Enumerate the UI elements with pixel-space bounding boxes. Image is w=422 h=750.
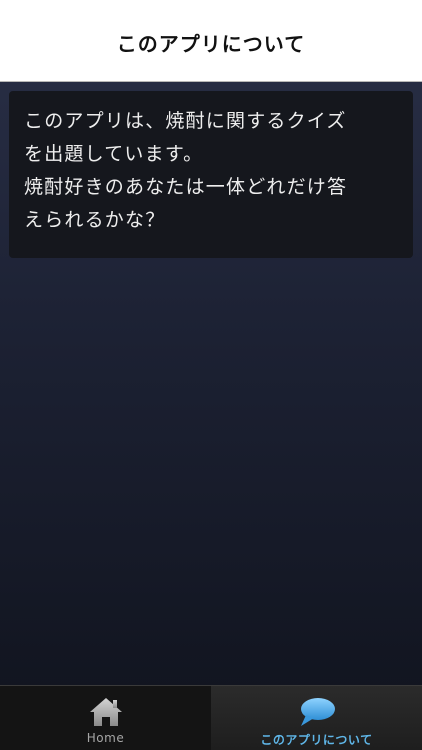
tab-about-label: このアプリについて	[260, 733, 373, 747]
page-title: このアプリについて	[116, 32, 306, 56]
tab-about[interactable]: このアプリについて	[211, 686, 422, 750]
home-icon	[88, 695, 124, 729]
screen: このアプリについて このアプリは、焼酎に関するクイズ を出題しています。 焼酎好…	[0, 0, 422, 750]
about-card: このアプリは、焼酎に関するクイズ を出題しています。 焼酎好きのあなたは一体どれ…	[9, 91, 413, 258]
tab-bar: Home このアプリについて	[0, 685, 422, 750]
tab-home-label: Home	[86, 731, 125, 745]
navigation-bar: このアプリについて	[0, 0, 422, 82]
about-description: このアプリは、焼酎に関するクイズ を出題しています。 焼酎好きのあなたは一体どれ…	[24, 110, 348, 231]
tab-home[interactable]: Home	[0, 686, 211, 750]
speech-bubble-icon	[297, 695, 337, 729]
